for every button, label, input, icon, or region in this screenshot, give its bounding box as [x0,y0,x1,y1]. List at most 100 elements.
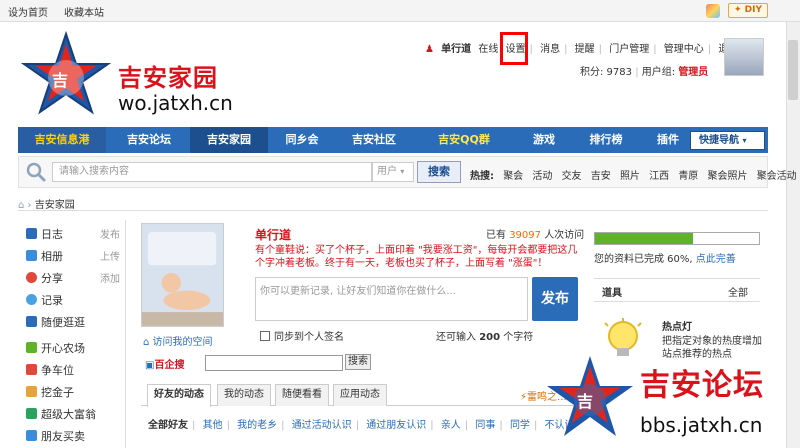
nav-item-forum[interactable]: 吉安论坛 [110,127,188,153]
sidebar-item-friend-trade[interactable]: 朋友买卖 [26,428,85,448]
main-nav: 吉安信息港 吉安论坛 吉安家园 同乡会 吉安社区 吉安QQ群 游戏 排行榜 插件 [18,127,768,153]
search-icon [26,162,46,182]
filter-hometown[interactable]: 我的老乡 [237,420,277,431]
filter-all-friends[interactable]: 全部好友 [148,420,188,431]
filter-via-friend[interactable]: 通过朋友认识 [366,420,426,431]
hotlamp-description: 把指定对象的热度增加站点推荐的热点 [662,336,762,360]
hot-word[interactable]: 吉安 [591,171,611,182]
sidebar-item-action[interactable]: 添加 [100,270,120,285]
diy-label: DIY [744,5,763,15]
complete-profile-link[interactable]: 点此完善 [696,254,736,265]
publish-button[interactable]: 发布 [532,277,578,321]
sidebar-item-farm[interactable]: 开心农场 [26,340,85,360]
sidebar-item-parking[interactable]: 争车位 [26,362,74,382]
baby-photo-image [142,224,223,326]
tab-browse-feed[interactable]: 随便看看 [275,384,329,406]
feed-filters: 全部好友 | 其他 | 我的老乡 | 通过活动认识 | 通过朋友认识 | 亲人 | 同事 | … [148,416,579,431]
nav-item-rankings[interactable]: 排行榜 [574,127,638,153]
nav-item-qq-group[interactable]: 吉安QQ群 [414,127,514,153]
sync-checkbox[interactable] [260,331,270,341]
color-palette-icon[interactable] [706,4,720,18]
profile-photo[interactable] [141,223,224,327]
bookmark-link[interactable]: 收藏本站 [64,4,104,19]
farm-icon [26,342,37,353]
hot-word[interactable]: 活动 [532,171,552,182]
profile-name[interactable]: 单行道 [255,226,291,243]
sidebar-item-blog[interactable]: 日志 发布 [26,226,120,246]
speech-bubble-icon [26,294,37,305]
sync-label: 同步到个人签名 [274,332,344,343]
nav-item-community[interactable]: 吉安社区 [336,127,412,153]
sidebar-item-label: 随便逛逛 [41,316,85,329]
avatar[interactable] [724,38,764,76]
hot-word[interactable]: 交友 [562,171,582,182]
char-count: 200 [479,332,501,343]
hot-word[interactable]: 照片 [620,171,640,182]
username-link[interactable]: 单行道 [441,40,471,55]
baiqisou-logo: ▣百企搜 [145,356,203,371]
profile-progress-fill [595,233,693,244]
sync-signature-option[interactable]: 同步到个人签名 [260,328,344,343]
nav-admin-center-link[interactable]: 管理中心 [664,40,704,55]
browse-icon [26,316,37,327]
user-group-value[interactable]: 管理员 [678,67,708,78]
nav-reminders-link[interactable]: 提醒 [575,40,595,55]
tab-friends-feed[interactable]: 好友的动态 [147,384,211,407]
scrollbar-thumb[interactable] [788,40,798,100]
search-type-select[interactable]: 用户 ▾ [372,162,414,182]
chevron-down-icon: ▾ [400,167,405,176]
filter-other[interactable]: 其他 [203,420,223,431]
user-nav: ♟ 单行道 在线 设置| 消息| 提醒| 门户管理| 管理中心| 退出 [425,40,742,56]
sidebar-item-label: 超级大富翁 [41,408,96,421]
blog-icon [26,228,37,239]
nav-item-games[interactable]: 游戏 [516,127,572,153]
status-textarea[interactable]: 你可以更新记录, 让好友们知道你在做什么... [255,277,528,321]
quick-nav-button[interactable]: 快捷导航 ▾ [690,131,765,150]
sidebar-item-label: 分享 [41,272,63,285]
user-group-label: 用户组: [641,67,676,78]
tab-my-feed[interactable]: 我的动态 [217,384,271,406]
nav-messages-link[interactable]: 消息 [540,40,560,55]
hot-word[interactable]: 青原 [678,171,698,182]
hotlamp-title[interactable]: 热点灯 [662,318,692,333]
filter-colleague[interactable]: 同事 [475,420,495,431]
nav-item-jian-info[interactable]: 吉安信息港 [18,127,106,153]
set-homepage-link[interactable]: 设为首页 [8,4,48,19]
baiqisou-search-button[interactable]: 搜索 [345,354,371,370]
filter-family[interactable]: 亲人 [441,420,461,431]
nav-portal-admin-link[interactable]: 门户管理 [609,40,649,55]
sidebar-item-action[interactable]: 发布 [100,226,120,241]
hot-word[interactable]: 聚会 [503,171,523,182]
search-button[interactable]: 搜索 [417,161,461,183]
sidebar-item-album[interactable]: 相册 上传 [26,248,120,268]
search-input[interactable]: 请输入搜索内容 [52,162,372,182]
svg-text:吉: 吉 [52,71,68,90]
hot-search-words: 热搜: 聚会 活动 交友 吉安 照片 江西 青原 聚会照片 聚会活动 [470,167,800,182]
hot-word[interactable]: 江西 [649,171,669,182]
nav-item-plugins[interactable]: 插件 [640,127,696,153]
baiqisou-search-input[interactable] [205,355,343,371]
visit-my-space-link[interactable]: ⌂ 访问我的空间 [143,333,213,348]
diy-button[interactable]: ✦ DIY [728,3,768,18]
album-icon [26,250,37,261]
hot-word[interactable]: 聚会活动 [757,171,797,182]
points-line: 积分: 9783 | 用户组: 管理员 [580,63,708,78]
sidebar-item-monopoly[interactable]: 超级大富翁 [26,406,96,426]
filter-activity[interactable]: 通过活动认识 [292,420,352,431]
sidebar-item-share[interactable]: 分享 添加 [26,270,120,290]
top-bar: 设为首页 收藏本站 ✦ DIY [0,0,800,22]
filter-classmate[interactable]: 同学 [510,420,530,431]
svg-text:吉: 吉 [577,392,593,411]
nav-item-hometown[interactable]: 同乡会 [270,127,334,153]
car-icon [26,364,37,375]
sidebar-item-action[interactable]: 上传 [100,248,120,263]
sidebar-item-gold[interactable]: 挖金子 [26,384,74,404]
sidebar-item-record[interactable]: 记录 [26,292,63,312]
profile-progress-text: 您的资料已完成 60%, 点此完善 [594,250,736,265]
nav-item-home[interactable]: 吉安家园 [190,127,268,153]
tools-all-link[interactable]: 全部 [728,284,748,299]
sidebar-item-browse[interactable]: 随便逛逛 [26,314,85,334]
lightning-icon: ⚡ [520,392,528,403]
tab-app-feed[interactable]: 应用动态 [333,384,387,406]
hot-word[interactable]: 聚会照片 [708,171,748,182]
